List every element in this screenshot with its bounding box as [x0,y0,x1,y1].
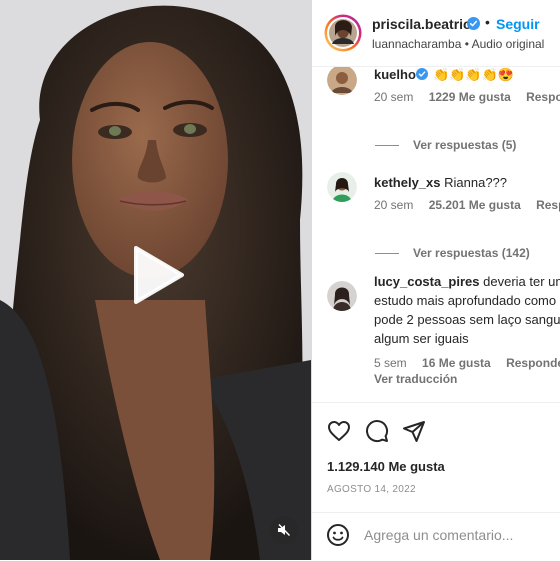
reply-button[interactable]: Responder [536,198,560,212]
comment-text: Rianna??? [444,175,508,190]
comment-text-line: estudo mais aprofundado como [374,293,557,308]
comment-text-line: deveria ter um [483,274,560,289]
replies-divider [375,145,399,147]
follow-button[interactable]: Seguir [496,16,540,32]
audio-label-link[interactable]: Audio original [472,37,545,51]
separator-dot: • [464,37,469,51]
view-replies-button[interactable]: Ver respuestas (142) [375,246,530,260]
view-replies-button[interactable]: Ver respuestas (5) [375,138,516,152]
audio-info: luannacharamba • Audio original [372,37,544,51]
comment-time[interactable]: 20 sem [374,90,413,104]
commenter-avatar[interactable] [327,172,357,202]
comment-meta: 20 sem 1229 Me gusta Responder [374,90,560,104]
paper-plane-icon[interactable] [402,419,426,443]
view-replies-label: Ver respuestas (5) [413,138,517,152]
post-date: AGOSTO 14, 2022 [327,484,416,495]
verified-badge-icon [467,17,480,30]
separator-dot: • [485,14,490,30]
video-player[interactable] [0,0,311,560]
commenter-username[interactable]: kethely_xs [374,175,441,190]
author-username[interactable]: priscila.beatrice [372,16,479,32]
mute-button[interactable] [270,516,298,544]
reply-button[interactable]: Responder [506,356,560,370]
play-icon[interactable] [126,244,188,306]
commenter-username[interactable]: kuelho [374,67,416,82]
commenter-username[interactable]: lucy_costa_pires [374,274,480,289]
see-translation-button[interactable]: Ver traducción [374,372,457,386]
comment-likes[interactable]: 16 Me gusta [422,356,491,370]
view-replies-label: Ver respuestas (142) [413,246,530,260]
comments-list[interactable]: kuelho 👏👏👏👏😍 20 sem 1229 Me gusta Respon… [312,67,560,402]
comment-likes[interactable]: 25.201 Me gusta [429,198,521,212]
smiley-icon[interactable] [326,523,350,547]
commenter-avatar[interactable] [327,281,357,311]
comment-meta: 20 sem 25.201 Me gusta Responder [374,198,560,212]
speaker-muted-icon [278,524,291,536]
comment-likes[interactable]: 1229 Me gusta [429,90,511,104]
add-comment-bar: Agrega un comentario... [312,512,560,561]
verified-badge-icon [416,68,428,80]
replies-divider [375,253,399,255]
comment-text-line: algum ser iguais [374,331,469,346]
comment-bubble-icon[interactable] [365,419,389,443]
post-side-panel: priscila.beatrice • Seguir luannacharamb… [311,0,560,560]
reply-button[interactable]: Responder [526,90,560,104]
commenter-avatar[interactable] [327,67,357,95]
author-avatar[interactable] [324,14,362,52]
post-header: priscila.beatrice • Seguir luannacharamb… [312,0,560,67]
comment-input[interactable]: Agrega un comentario... [364,527,513,543]
comment-time[interactable]: 5 sem [374,356,407,370]
heart-icon[interactable] [327,419,351,443]
comment-text-line: pode 2 pessoas sem laço sanguí [374,312,560,327]
comment-text: 👏👏👏👏😍 [433,67,514,82]
post-actions: 1.129.140 Me gusta AGOSTO 14, 2022 [312,402,560,499]
likes-count[interactable]: 1.129.140 Me gusta [327,459,445,474]
audio-user-link[interactable]: luannacharamba [372,37,461,51]
comment-time[interactable]: 20 sem [374,198,413,212]
comment-meta: 5 sem 16 Me gusta Responder [374,356,560,370]
